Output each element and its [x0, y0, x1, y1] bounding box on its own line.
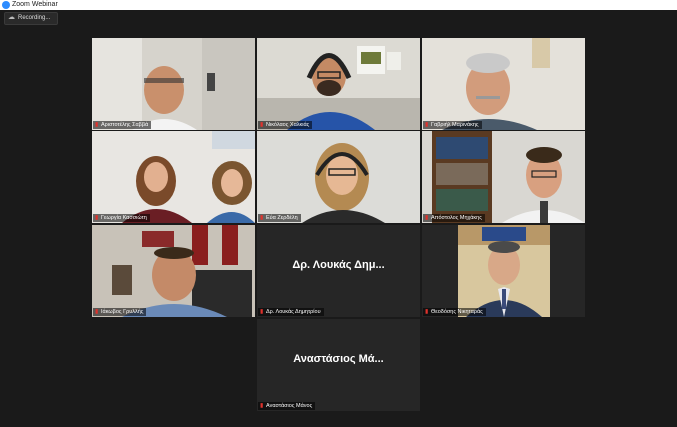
video-tile-9[interactable]: ▮ Θεοδόσης Νικηταράς: [422, 225, 585, 317]
participant-namebar: ▮ Αριστοτέλης Σαββά: [93, 121, 152, 129]
mic-muted-icon: ▮: [260, 122, 264, 128]
participant-video: [257, 38, 420, 130]
mic-muted-icon: ▮: [260, 403, 264, 409]
participant-video: [257, 131, 420, 223]
mic-muted-icon: ▮: [425, 309, 429, 315]
participant-name: Γεωργία Κασσιώτη: [101, 215, 147, 221]
participant-video: [422, 38, 585, 130]
participant-namebar: ▮ Γεωργία Κασσιώτη: [93, 214, 150, 222]
participant-video: [92, 38, 255, 130]
participant-name: Δρ. Λουκάς Δημητρίου: [266, 309, 321, 315]
participant-namebar: ▮ Θεοδόσης Νικηταράς: [423, 308, 486, 316]
video-tile-4[interactable]: ▮ Γεωργία Κασσιώτη: [92, 131, 255, 223]
participant-namebar: ▮ Αναστάσιος Μάνος: [258, 402, 316, 410]
mic-muted-icon: ▮: [260, 215, 264, 221]
participant-video: [422, 131, 585, 223]
participant-namebar: ▮ Γαβριήλ Μαρινάκης: [423, 121, 482, 129]
participant-name: Αριστοτέλης Σαββά: [101, 122, 149, 128]
participant-name-placeholder: Δρ. Λουκάς Δημ...: [292, 259, 385, 271]
mic-muted-icon: ▮: [95, 309, 99, 315]
participant-video: [422, 225, 585, 317]
recording-indicator[interactable]: ☁ Recording...: [4, 12, 58, 25]
video-tile-8[interactable]: Δρ. Λουκάς Δημ... ▮ Δρ. Λουκάς Δημητρίου: [257, 225, 420, 317]
window-title: Zoom Webinar: [12, 1, 58, 8]
participant-name: Νικόλαος Χαλκιάς: [266, 122, 310, 128]
participant-namebar: ▮ Απόστολος Μηχάκης: [423, 214, 485, 222]
video-tile-6[interactable]: ▮ Απόστολος Μηχάκης: [422, 131, 585, 223]
participant-name: Ιάκωβος Γρυλλής: [101, 309, 144, 315]
mic-muted-icon: ▮: [95, 122, 99, 128]
participant-name-placeholder: Αναστάσιος Μά...: [293, 353, 384, 365]
participant-namebar: ▮ Ιάκωβος Γρυλλής: [93, 308, 147, 316]
video-tile-3[interactable]: ▮ Γαβριήλ Μαρινάκης: [422, 38, 585, 130]
cloud-record-icon: ☁: [8, 14, 15, 21]
video-tile-7[interactable]: ▮ Ιάκωβος Γρυλλής: [92, 225, 255, 317]
participant-namebar: ▮ Εύα Ζερδέλη: [258, 214, 301, 222]
mic-muted-icon: ▮: [95, 215, 99, 221]
participant-video: [92, 225, 255, 317]
zoom-logo-icon: [2, 1, 10, 9]
participant-video: [92, 131, 255, 223]
video-tile-1[interactable]: ▮ Αριστοτέλης Σαββά: [92, 38, 255, 130]
participant-name: Απόστολος Μηχάκης: [431, 215, 482, 221]
participant-name: Γαβριήλ Μαρινάκης: [431, 122, 479, 128]
video-tile-10[interactable]: Αναστάσιος Μά... ▮ Αναστάσιος Μάνος: [257, 319, 420, 411]
participant-name: Εύα Ζερδέλη: [266, 215, 298, 221]
video-tile-5[interactable]: ▮ Εύα Ζερδέλη: [257, 131, 420, 223]
participant-name: Αναστάσιος Μάνος: [266, 403, 313, 409]
title-bar: Zoom Webinar: [0, 0, 677, 10]
mic-muted-icon: ▮: [425, 215, 429, 221]
participant-name: Θεοδόσης Νικηταράς: [431, 309, 483, 315]
mic-muted-icon: ▮: [425, 122, 429, 128]
video-tile-2[interactable]: ▮ Νικόλαος Χαλκιάς: [257, 38, 420, 130]
participant-namebar: ▮ Δρ. Λουκάς Δημητρίου: [258, 308, 324, 316]
participant-namebar: ▮ Νικόλαος Χαλκιάς: [258, 121, 313, 129]
mic-muted-icon: ▮: [260, 309, 264, 315]
recording-label: Recording...: [18, 15, 51, 21]
